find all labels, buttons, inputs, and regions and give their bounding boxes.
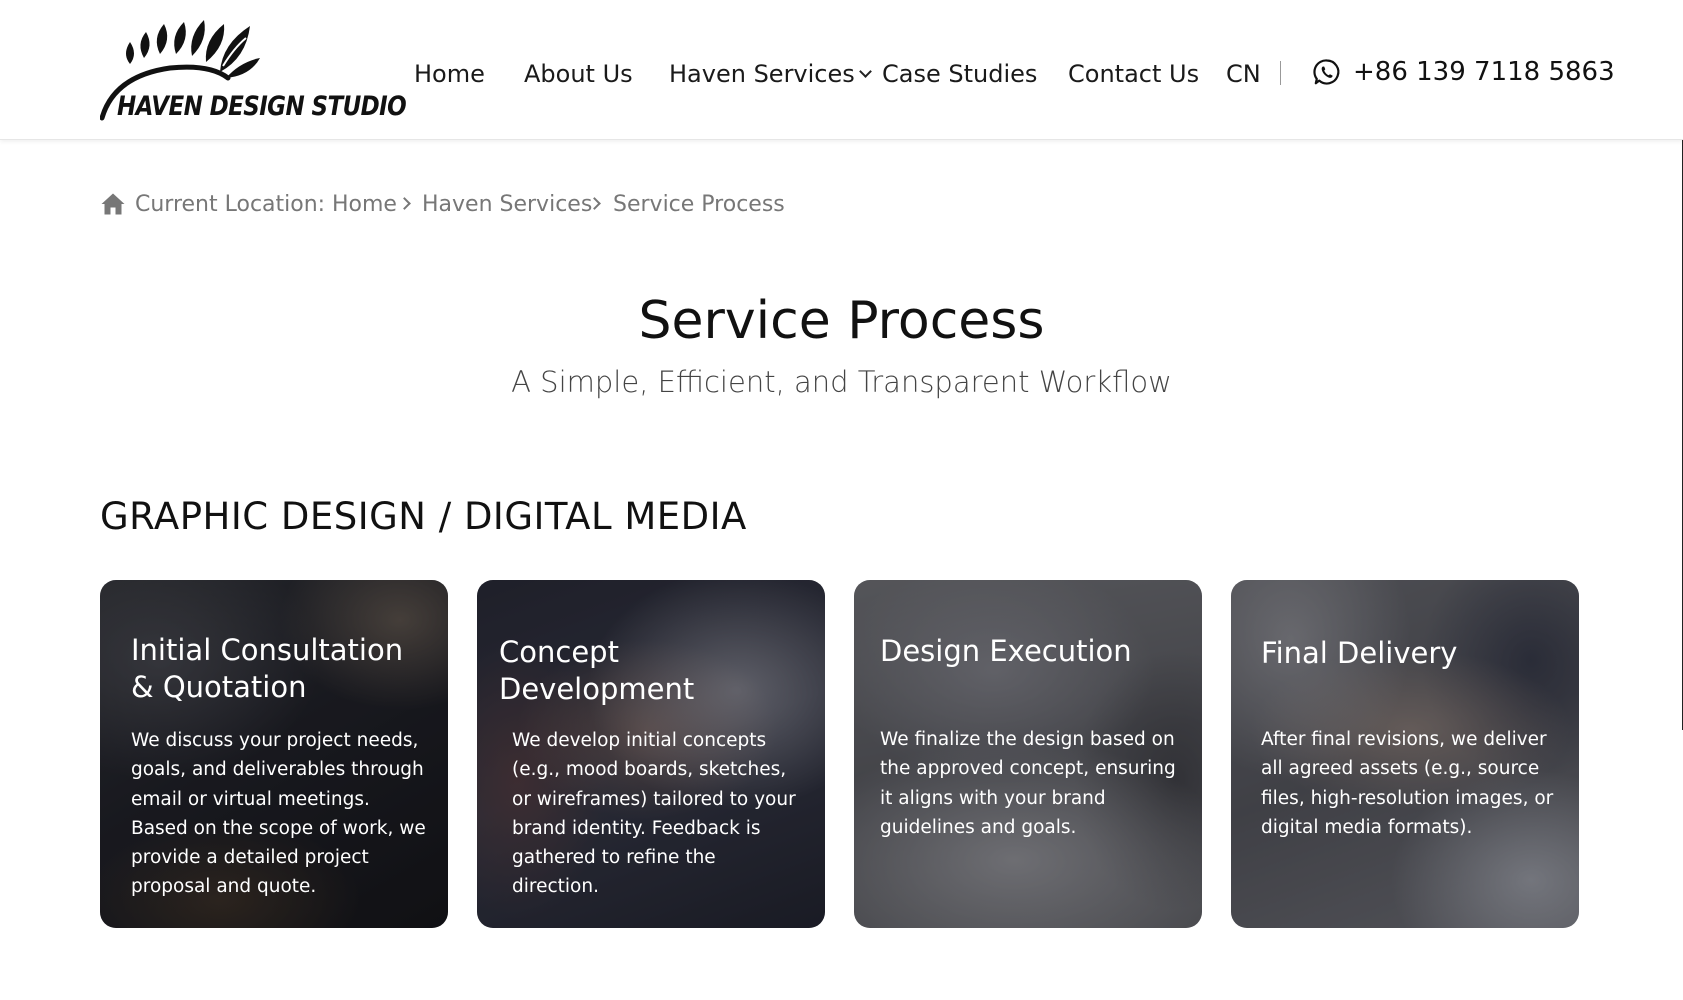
breadcrumb-haven-services[interactable]: Haven Services [422,190,592,220]
nav-case-studies[interactable]: Case Studies [882,56,1037,92]
card-description: We develop initial concepts (e.g., mood … [512,730,796,898]
card-description: After final revisions, we deliver all ag… [1261,729,1554,838]
card-description: We finalize the design based on the appr… [880,729,1176,838]
nav-home[interactable]: Home [414,56,485,92]
process-card-concept[interactable]: Concept Development We develop initial c… [477,580,825,928]
breadcrumb-home[interactable]: Home [332,190,397,220]
nav-about[interactable]: About Us [524,56,633,92]
card-title: Initial Consultation & Quotation [131,633,404,704]
breadcrumb-prefix: Current Location: [135,192,326,217]
nav-divider [1280,61,1281,85]
language-switch[interactable]: CN [1226,56,1261,92]
nav-services-label: Haven Services [669,60,855,88]
page: HAVEN DESIGN STUDIO Home About Us Haven … [0,0,1683,1000]
nav-services[interactable]: Haven Services [669,56,872,92]
breadcrumb-current: Service Process [613,192,785,217]
process-card-delivery[interactable]: Final Delivery After final revisions, we… [1231,580,1579,928]
card-title: Design Execution [880,634,1132,668]
whatsapp-icon[interactable] [1313,58,1341,86]
page-subtitle: A Simple, Efficient, and Transparent Wor… [511,365,1172,399]
card-title: Final Delivery [1261,636,1458,670]
home-icon [100,192,126,216]
logo[interactable]: HAVEN DESIGN STUDIO [100,14,407,124]
nav-contact[interactable]: Contact Us [1068,56,1199,92]
card-title: Concept Development [499,635,695,706]
process-card-consultation[interactable]: Initial Consultation & Quotation We disc… [100,580,448,928]
page-title: Service Process [638,291,1045,351]
card-description: We discuss your project needs, goals, an… [131,730,426,898]
process-card-execution[interactable]: Design Execution We finalize the design … [854,580,1202,928]
chevron-right-icon [398,197,411,210]
chevron-down-icon [858,65,872,78]
phone-number[interactable]: +86 139 7118 5863 [1353,55,1615,89]
section-title: GRAPHIC DESIGN / DIGITAL MEDIA [100,495,747,538]
site-header: HAVEN DESIGN STUDIO Home About Us Haven … [0,0,1683,140]
logo-text: HAVEN DESIGN STUDIO [117,92,407,122]
